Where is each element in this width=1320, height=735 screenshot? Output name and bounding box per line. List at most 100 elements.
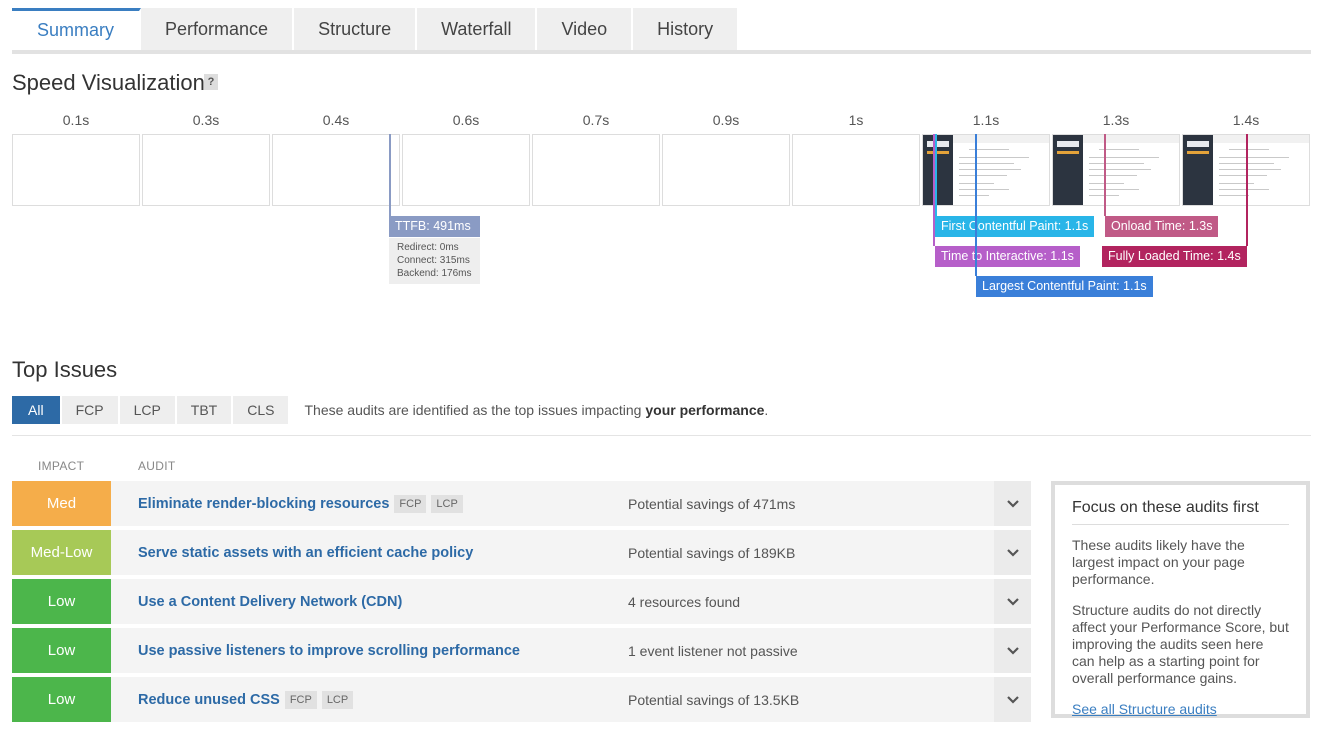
audit-title[interactable]: Use a Content Delivery Network (CDN) bbox=[111, 594, 628, 610]
audit-savings: 4 resources found bbox=[628, 593, 741, 610]
frame-blank bbox=[272, 134, 400, 206]
filter-lcp[interactable]: LCP bbox=[119, 396, 175, 424]
frame-screenshot bbox=[922, 134, 1050, 206]
chevron-down-icon[interactable] bbox=[994, 579, 1031, 624]
onload-marker-line bbox=[1104, 134, 1106, 216]
tab-history[interactable]: History bbox=[633, 8, 740, 50]
filter-tbt[interactable]: TBT bbox=[176, 396, 232, 424]
audit-column-header: AUDIT bbox=[138, 459, 176, 473]
tti-marker-line bbox=[933, 134, 935, 246]
tti-label: Time to Interactive: 1.1s bbox=[935, 246, 1080, 267]
frame-blank bbox=[662, 134, 790, 206]
tab-structure[interactable]: Structure bbox=[294, 8, 418, 50]
frame-blank bbox=[402, 134, 530, 206]
audit-row[interactable]: Low Use passive listeners to improve scro… bbox=[12, 628, 1031, 673]
frame-time-label: 0.1s bbox=[62, 112, 90, 128]
ttfb-connect: Connect: 315ms bbox=[397, 255, 470, 266]
onload-label: Onload Time: 1.3s bbox=[1105, 216, 1219, 237]
audit-title-text[interactable]: Serve static assets with an efficient ca… bbox=[138, 545, 473, 561]
metric-tag: LCP bbox=[431, 494, 463, 513]
impact-badge: Low bbox=[12, 628, 111, 673]
filter-all[interactable]: All bbox=[12, 396, 60, 424]
frame-blank bbox=[532, 134, 660, 206]
fully-marker-line bbox=[1246, 134, 1248, 246]
ttfb-breakdown: Redirect: 0ms Connect: 315ms Backend: 17… bbox=[389, 238, 480, 284]
help-icon[interactable]: ? bbox=[204, 74, 218, 90]
ttfb-backend: Backend: 176ms bbox=[397, 268, 472, 279]
frame-time-label: 1.4s bbox=[1232, 112, 1260, 128]
ttfb-redirect: Redirect: 0ms bbox=[397, 242, 459, 253]
audit-row[interactable]: Low Reduce unused CSS FCP LCP Potential savi… bbox=[12, 677, 1031, 722]
audit-title[interactable]: Use passive listeners to improve scrolli… bbox=[111, 643, 628, 659]
audit-title[interactable]: Serve static assets with an efficient ca… bbox=[111, 545, 628, 561]
filmstrip-frame[interactable]: 1.1s bbox=[922, 108, 1050, 206]
frame-time-label: 0.7s bbox=[582, 112, 610, 128]
metric-tag: LCP bbox=[321, 690, 354, 709]
ttfb-label: TTFB: 491ms bbox=[389, 216, 480, 237]
frame-time-label: 1.1s bbox=[972, 112, 1000, 128]
focus-panel: Focus on these audits first These audits… bbox=[1051, 481, 1310, 718]
filter-description: These audits are identified as the top i… bbox=[304, 402, 769, 418]
focus-paragraph-2: Structure audits do not directly affect … bbox=[1072, 602, 1289, 686]
top-issues-title: Top Issues bbox=[12, 357, 118, 382]
tab-performance[interactable]: Performance bbox=[141, 8, 295, 50]
frame-time-label: 0.4s bbox=[322, 112, 350, 128]
audit-row[interactable]: Low Use a Content Delivery Network (CDN) 4… bbox=[12, 579, 1031, 624]
frame-blank bbox=[12, 134, 140, 206]
filmstrip-frame[interactable]: 0.1s bbox=[12, 108, 140, 206]
audit-title[interactable]: Reduce unused CSS FCP LCP bbox=[111, 690, 628, 709]
audit-title-text[interactable]: Use a Content Delivery Network (CDN) bbox=[138, 594, 402, 610]
audit-row[interactable]: Med Eliminate render-blocking resources FC… bbox=[12, 481, 1031, 526]
frame-screenshot bbox=[1052, 134, 1180, 206]
frame-blank bbox=[142, 134, 270, 206]
frame-time-label: 0.3s bbox=[192, 112, 220, 128]
frame-time-label: 0.9s bbox=[712, 112, 740, 128]
lcp-marker-line bbox=[975, 134, 977, 276]
audit-savings: Potential savings of 471ms bbox=[628, 495, 796, 512]
fcp-label: First Contentful Paint: 1.1s bbox=[935, 216, 1095, 237]
impact-badge: Low bbox=[12, 677, 111, 722]
chevron-down-icon[interactable] bbox=[994, 481, 1031, 526]
chevron-down-icon[interactable] bbox=[994, 677, 1031, 722]
filmstrip-frame[interactable]: 1.3s bbox=[1052, 108, 1180, 206]
filmstrip-frame[interactable]: 0.4s bbox=[272, 108, 400, 206]
divider bbox=[12, 435, 1311, 436]
frame-blank bbox=[792, 134, 920, 206]
impact-badge: Med-Low bbox=[12, 530, 111, 575]
audit-title-text[interactable]: Use passive listeners to improve scrolli… bbox=[138, 643, 520, 659]
fcp-marker-line bbox=[935, 134, 937, 216]
audit-title[interactable]: Eliminate render-blocking resources FCP LC… bbox=[111, 494, 628, 513]
filmstrip-frame[interactable]: 1s bbox=[792, 108, 920, 206]
frame-time-label: 1.3s bbox=[1102, 112, 1130, 128]
frame-time-label: 0.6s bbox=[452, 112, 480, 128]
filmstrip-frame[interactable]: 0.6s bbox=[402, 108, 530, 206]
impact-column-header: IMPACT bbox=[38, 459, 85, 473]
filmstrip-frame[interactable]: 0.7s bbox=[532, 108, 660, 206]
lcp-label: Largest Contentful Paint: 1.1s bbox=[976, 276, 1153, 297]
filter-fcp[interactable]: FCP bbox=[61, 396, 118, 424]
chevron-down-icon[interactable] bbox=[994, 530, 1031, 575]
audit-savings: 1 event listener not passive bbox=[628, 642, 798, 659]
fully-label: Fully Loaded Time: 1.4s bbox=[1102, 246, 1247, 267]
audit-row[interactable]: Med-Low Serve static assets with an effic… bbox=[12, 530, 1031, 575]
audit-title-text[interactable]: Reduce unused CSS bbox=[138, 692, 280, 708]
audit-savings: Potential savings of 189KB bbox=[628, 544, 796, 561]
frame-time-label: 1s bbox=[848, 112, 864, 128]
impact-badge: Med bbox=[12, 481, 111, 526]
see-structure-audits-link[interactable]: See all Structure audits bbox=[1072, 701, 1217, 717]
metric-tag: FCP bbox=[394, 494, 427, 513]
filter-cls[interactable]: CLS bbox=[233, 396, 289, 424]
focus-title: Focus on these audits first bbox=[1072, 499, 1289, 525]
audit-savings: Potential savings of 13.5KB bbox=[628, 691, 800, 708]
filmstrip-frame[interactable]: 0.3s bbox=[142, 108, 270, 206]
filmstrip: 0.1s 0.3s 0.4s 0.6s 0.7s 0.9s 1s 1.1s 1.3s 1.4s bbox=[12, 108, 1310, 208]
audit-list: Med Eliminate render-blocking resources FC… bbox=[12, 481, 1031, 726]
audit-title-text[interactable]: Eliminate render-blocking resources bbox=[138, 496, 389, 512]
speed-visualization-title: Speed Visualization bbox=[12, 70, 205, 95]
tab-summary[interactable]: Summary bbox=[12, 8, 142, 50]
issue-filters: All FCP LCP TBT CLS These audits are identif… bbox=[12, 396, 768, 424]
filmstrip-frame[interactable]: 0.9s bbox=[662, 108, 790, 206]
tab-waterfall[interactable]: Waterfall bbox=[417, 8, 538, 50]
chevron-down-icon[interactable] bbox=[994, 628, 1031, 673]
tab-video[interactable]: Video bbox=[537, 8, 634, 50]
